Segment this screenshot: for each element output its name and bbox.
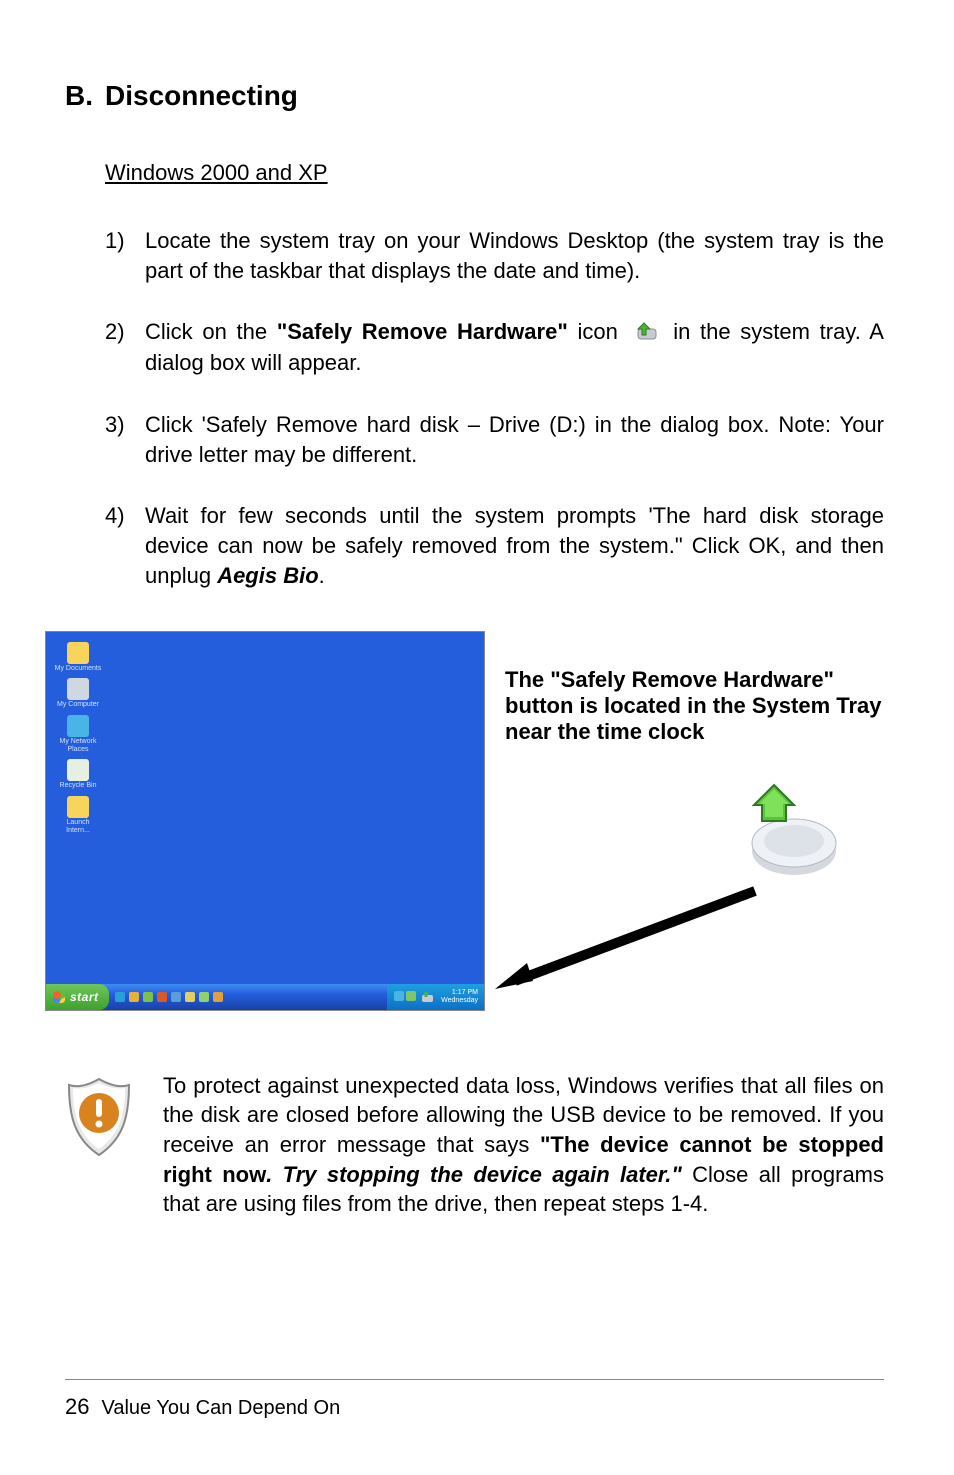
- xp-desktop-screenshot: My Documents My Computer My Network Places…: [45, 631, 485, 1011]
- step-item: 1) Locate the system tray on your Window…: [105, 226, 884, 285]
- quick-launch-icon[interactable]: [199, 992, 209, 1002]
- step-item: 3) Click 'Safely Remove hard disk – Driv…: [105, 410, 884, 469]
- quick-launch: [115, 992, 223, 1002]
- desktop-icon[interactable]: My Computer: [54, 678, 102, 709]
- step-body: Click 'Safely Remove hard disk – Drive (…: [145, 410, 884, 469]
- step-number: 4): [105, 501, 145, 590]
- step-number: 1): [105, 226, 145, 285]
- step-text: .: [319, 563, 325, 588]
- desktop-icon[interactable]: My Documents: [54, 642, 102, 673]
- desktop-icon-image: [67, 796, 89, 818]
- xp-taskbar: start 1:17 PM Wednesday: [46, 984, 484, 1010]
- tray-icon[interactable]: [406, 991, 416, 1001]
- step-text: Click on the: [145, 319, 277, 344]
- system-clock: 1:17 PM Wednesday: [441, 989, 478, 1004]
- quick-launch-icon[interactable]: [115, 992, 125, 1002]
- figure: My Documents My Computer My Network Places…: [45, 631, 884, 1011]
- caption-line: The "Safely Remove Hardware": [505, 667, 884, 693]
- step-bold: "Safely Remove Hardware": [277, 319, 568, 344]
- page-footer: 26 Value You Can Depend On: [65, 1379, 884, 1420]
- quick-launch-icon[interactable]: [143, 992, 153, 1002]
- step-body: Locate the system tray on your Windows D…: [145, 226, 884, 285]
- quick-launch-icon[interactable]: [171, 992, 181, 1002]
- caption-line: button is located in the System Tray: [505, 693, 884, 719]
- desktop-icon[interactable]: Launch Intern...: [54, 796, 102, 834]
- step-bolditalic: Aegis Bio: [217, 563, 318, 588]
- tray-icon[interactable]: [394, 991, 404, 1001]
- desktop-icon-label: Recycle Bin: [60, 782, 97, 790]
- step-item: 2) Click on the "Safely Remove Hardware"…: [105, 317, 884, 378]
- page-number: 26: [65, 1394, 89, 1420]
- start-label: start: [70, 990, 99, 1004]
- desktop-icon-label: Launch Intern...: [54, 819, 102, 834]
- step-text: Click 'Safely Remove hard disk – Drive (…: [145, 412, 884, 467]
- section-title: Disconnecting: [105, 80, 298, 111]
- desktop-icon-label: My Documents: [55, 665, 102, 673]
- note-bolditalic: . Try stopping the device again later.": [266, 1162, 682, 1187]
- desktop-icon[interactable]: My Network Places: [54, 715, 102, 753]
- footer-tagline: Value You Can Depend On: [101, 1397, 340, 1420]
- desktop-icon-image: [67, 759, 89, 781]
- caption-line: near the time clock: [505, 719, 884, 745]
- step-number: 3): [105, 410, 145, 469]
- safely-remove-hardware-icon: [632, 319, 660, 349]
- step-text: Locate the system tray on your Windows D…: [145, 228, 884, 283]
- step-body: Wait for few seconds until the system pr…: [145, 501, 884, 590]
- step-list: 1) Locate the system tray on your Window…: [105, 226, 884, 591]
- subheading: Windows 2000 and XP: [105, 160, 884, 186]
- start-button[interactable]: start: [46, 984, 109, 1010]
- figure-caption: The "Safely Remove Hardware" button is l…: [505, 667, 884, 746]
- step-body: Click on the "Safely Remove Hardware" ic…: [145, 317, 884, 378]
- step-item: 4) Wait for few seconds until the system…: [105, 501, 884, 590]
- clock-day: Wednesday: [441, 997, 478, 1005]
- desktop-icon-image: [67, 642, 89, 664]
- note-block: To protect against unexpected data loss,…: [65, 1071, 884, 1219]
- desktop-icon-label: My Computer: [57, 701, 99, 709]
- quick-launch-icon[interactable]: [185, 992, 195, 1002]
- section-heading: B.Disconnecting: [65, 80, 884, 112]
- desktop-icon-label: My Network Places: [54, 738, 102, 753]
- quick-launch-icon[interactable]: [129, 992, 139, 1002]
- desktop-icon[interactable]: Recycle Bin: [54, 759, 102, 790]
- clock-time: 1:17 PM: [441, 989, 478, 997]
- quick-launch-icon[interactable]: [213, 992, 223, 1002]
- step-number: 2): [105, 317, 145, 378]
- safely-remove-hardware-icon[interactable]: [420, 990, 434, 1004]
- arrow-icon: [495, 881, 775, 1001]
- desktop-icon-image: [67, 678, 89, 700]
- figure-annotation: The "Safely Remove Hardware" button is l…: [505, 631, 884, 1011]
- section-letter: B.: [65, 80, 105, 112]
- system-tray: 1:17 PM Wednesday: [387, 984, 484, 1010]
- quick-launch-icon[interactable]: [157, 992, 167, 1002]
- step-text: icon: [568, 319, 628, 344]
- safely-remove-hardware-icon-large: [724, 781, 844, 886]
- note-text: To protect against unexpected data loss,…: [163, 1071, 884, 1219]
- desktop-icon-image: [67, 715, 89, 737]
- warning-shield-icon: [65, 1077, 133, 1157]
